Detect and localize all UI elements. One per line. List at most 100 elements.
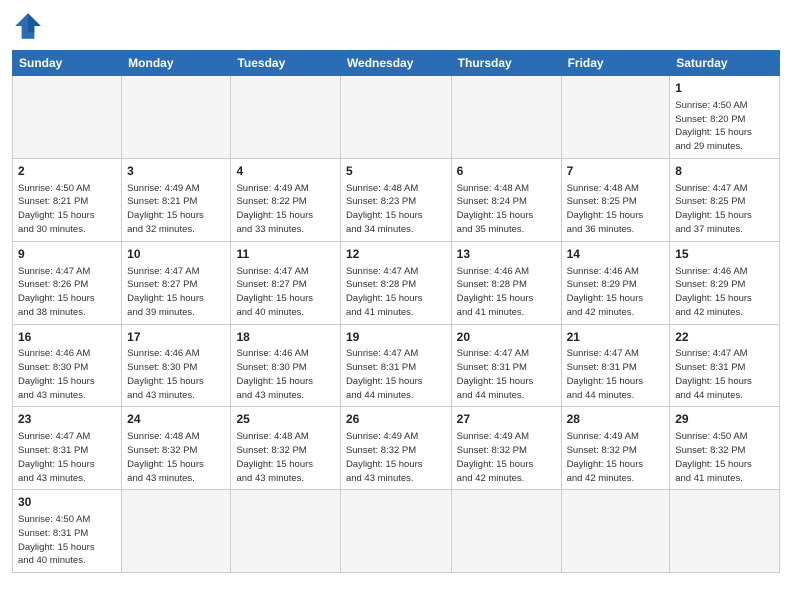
calendar-cell: [231, 76, 340, 159]
calendar-cell: 22Sunrise: 4:47 AM Sunset: 8:31 PM Dayli…: [670, 324, 780, 407]
day-number: 24: [127, 411, 225, 428]
day-number: 7: [567, 163, 665, 180]
day-number: 20: [457, 329, 556, 346]
day-number: 6: [457, 163, 556, 180]
calendar-cell: 16Sunrise: 4:46 AM Sunset: 8:30 PM Dayli…: [13, 324, 122, 407]
calendar-cell: [340, 490, 451, 573]
day-number: 1: [675, 80, 774, 97]
weekday-saturday: Saturday: [670, 51, 780, 76]
day-number: 22: [675, 329, 774, 346]
day-info: Sunrise: 4:49 AM Sunset: 8:32 PM Dayligh…: [457, 430, 556, 485]
day-info: Sunrise: 4:47 AM Sunset: 8:31 PM Dayligh…: [675, 347, 774, 402]
calendar-cell: 9 Sunrise: 4:47 AM Sunset: 8:26 PM Daylig…: [13, 241, 122, 324]
day-number: 30: [18, 494, 116, 511]
calendar-cell: 28 Sunrise: 4:49 AM Sunset: 8:32 PM Dayli…: [561, 407, 670, 490]
day-info: Sunrise: 4:50 AM Sunset: 8:31 PM Dayligh…: [18, 513, 116, 568]
calendar-cell: [561, 76, 670, 159]
calendar-cell: 17Sunrise: 4:46 AM Sunset: 8:30 PM Dayli…: [122, 324, 231, 407]
day-info: Sunrise: 4:47 AM Sunset: 8:31 PM Dayligh…: [567, 347, 665, 402]
calendar-cell: 27 Sunrise: 4:49 AM Sunset: 8:32 PM Dayli…: [451, 407, 561, 490]
day-number: 14: [567, 246, 665, 263]
weekday-friday: Friday: [561, 51, 670, 76]
day-number: 11: [236, 246, 334, 263]
day-number: 9: [18, 246, 116, 263]
day-info: Sunrise: 4:49 AM Sunset: 8:32 PM Dayligh…: [567, 430, 665, 485]
day-info: Sunrise: 4:46 AM Sunset: 8:29 PM Dayligh…: [567, 265, 665, 320]
calendar-week-6: 30 Sunrise: 4:50 AM Sunset: 8:31 PM Dayli…: [13, 490, 780, 573]
calendar-cell: 4 Sunrise: 4:49 AM Sunset: 8:22 PM Daylig…: [231, 158, 340, 241]
calendar-cell: 11 Sunrise: 4:47 AM Sunset: 8:27 PM Dayli…: [231, 241, 340, 324]
day-info: Sunrise: 4:46 AM Sunset: 8:28 PM Dayligh…: [457, 265, 556, 320]
calendar-cell: [122, 490, 231, 573]
header: [12, 10, 780, 42]
calendar-cell: 24 Sunrise: 4:48 AM Sunset: 8:32 PM Dayli…: [122, 407, 231, 490]
weekday-thursday: Thursday: [451, 51, 561, 76]
calendar-cell: 25Sunrise: 4:48 AM Sunset: 8:32 PM Dayli…: [231, 407, 340, 490]
day-info: Sunrise: 4:48 AM Sunset: 8:25 PM Dayligh…: [567, 182, 665, 237]
day-info: Sunrise: 4:48 AM Sunset: 8:24 PM Dayligh…: [457, 182, 556, 237]
day-number: 4: [236, 163, 334, 180]
weekday-wednesday: Wednesday: [340, 51, 451, 76]
day-info: Sunrise: 4:47 AM Sunset: 8:31 PM Dayligh…: [346, 347, 446, 402]
day-number: 5: [346, 163, 446, 180]
day-number: 28: [567, 411, 665, 428]
day-number: 27: [457, 411, 556, 428]
day-info: Sunrise: 4:47 AM Sunset: 8:31 PM Dayligh…: [457, 347, 556, 402]
calendar-cell: 2 Sunrise: 4:50 AM Sunset: 8:21 PM Daylig…: [13, 158, 122, 241]
day-number: 26: [346, 411, 446, 428]
calendar-cell: 23Sunrise: 4:47 AM Sunset: 8:31 PM Dayli…: [13, 407, 122, 490]
calendar-cell: [670, 490, 780, 573]
logo-icon: [12, 10, 44, 42]
calendar-cell: [561, 490, 670, 573]
day-info: Sunrise: 4:47 AM Sunset: 8:27 PM Dayligh…: [236, 265, 334, 320]
day-info: Sunrise: 4:49 AM Sunset: 8:21 PM Dayligh…: [127, 182, 225, 237]
calendar-cell: 7 Sunrise: 4:48 AM Sunset: 8:25 PM Daylig…: [561, 158, 670, 241]
calendar-cell: [13, 76, 122, 159]
day-info: Sunrise: 4:49 AM Sunset: 8:22 PM Dayligh…: [236, 182, 334, 237]
day-number: 29: [675, 411, 774, 428]
calendar-cell: 5 Sunrise: 4:48 AM Sunset: 8:23 PM Daylig…: [340, 158, 451, 241]
calendar-table: SundayMondayTuesdayWednesdayThursdayFrid…: [12, 50, 780, 573]
day-number: 19: [346, 329, 446, 346]
weekday-sunday: Sunday: [13, 51, 122, 76]
calendar-cell: 18Sunrise: 4:46 AM Sunset: 8:30 PM Dayli…: [231, 324, 340, 407]
day-info: Sunrise: 4:46 AM Sunset: 8:30 PM Dayligh…: [18, 347, 116, 402]
calendar-cell: 6 Sunrise: 4:48 AM Sunset: 8:24 PM Daylig…: [451, 158, 561, 241]
day-info: Sunrise: 4:46 AM Sunset: 8:30 PM Dayligh…: [127, 347, 225, 402]
calendar-week-4: 16Sunrise: 4:46 AM Sunset: 8:30 PM Dayli…: [13, 324, 780, 407]
calendar-cell: 29 Sunrise: 4:50 AM Sunset: 8:32 PM Dayli…: [670, 407, 780, 490]
day-info: Sunrise: 4:47 AM Sunset: 8:26 PM Dayligh…: [18, 265, 116, 320]
calendar-cell: 30 Sunrise: 4:50 AM Sunset: 8:31 PM Dayli…: [13, 490, 122, 573]
day-info: Sunrise: 4:50 AM Sunset: 8:21 PM Dayligh…: [18, 182, 116, 237]
day-info: Sunrise: 4:48 AM Sunset: 8:23 PM Dayligh…: [346, 182, 446, 237]
weekday-header-row: SundayMondayTuesdayWednesdayThursdayFrid…: [13, 51, 780, 76]
day-number: 13: [457, 246, 556, 263]
calendar-cell: 21Sunrise: 4:47 AM Sunset: 8:31 PM Dayli…: [561, 324, 670, 407]
calendar-cell: 20Sunrise: 4:47 AM Sunset: 8:31 PM Dayli…: [451, 324, 561, 407]
calendar-cell: [451, 490, 561, 573]
calendar-cell: [451, 76, 561, 159]
day-info: Sunrise: 4:48 AM Sunset: 8:32 PM Dayligh…: [127, 430, 225, 485]
day-info: Sunrise: 4:46 AM Sunset: 8:29 PM Dayligh…: [675, 265, 774, 320]
logo: [12, 10, 48, 42]
day-number: 2: [18, 163, 116, 180]
day-info: Sunrise: 4:50 AM Sunset: 8:32 PM Dayligh…: [675, 430, 774, 485]
day-number: 21: [567, 329, 665, 346]
day-info: Sunrise: 4:47 AM Sunset: 8:25 PM Dayligh…: [675, 182, 774, 237]
day-number: 18: [236, 329, 334, 346]
calendar-week-5: 23Sunrise: 4:47 AM Sunset: 8:31 PM Dayli…: [13, 407, 780, 490]
day-info: Sunrise: 4:47 AM Sunset: 8:27 PM Dayligh…: [127, 265, 225, 320]
day-number: 10: [127, 246, 225, 263]
calendar-cell: [340, 76, 451, 159]
calendar-cell: 1 Sunrise: 4:50 AM Sunset: 8:20 PM Daylig…: [670, 76, 780, 159]
calendar-cell: 12Sunrise: 4:47 AM Sunset: 8:28 PM Dayli…: [340, 241, 451, 324]
weekday-tuesday: Tuesday: [231, 51, 340, 76]
day-info: Sunrise: 4:50 AM Sunset: 8:20 PM Dayligh…: [675, 99, 774, 154]
day-info: Sunrise: 4:49 AM Sunset: 8:32 PM Dayligh…: [346, 430, 446, 485]
day-info: Sunrise: 4:47 AM Sunset: 8:31 PM Dayligh…: [18, 430, 116, 485]
calendar-cell: 3Sunrise: 4:49 AM Sunset: 8:21 PM Daylig…: [122, 158, 231, 241]
calendar-cell: 26 Sunrise: 4:49 AM Sunset: 8:32 PM Dayli…: [340, 407, 451, 490]
calendar-cell: 10 Sunrise: 4:47 AM Sunset: 8:27 PM Dayli…: [122, 241, 231, 324]
day-number: 16: [18, 329, 116, 346]
weekday-monday: Monday: [122, 51, 231, 76]
